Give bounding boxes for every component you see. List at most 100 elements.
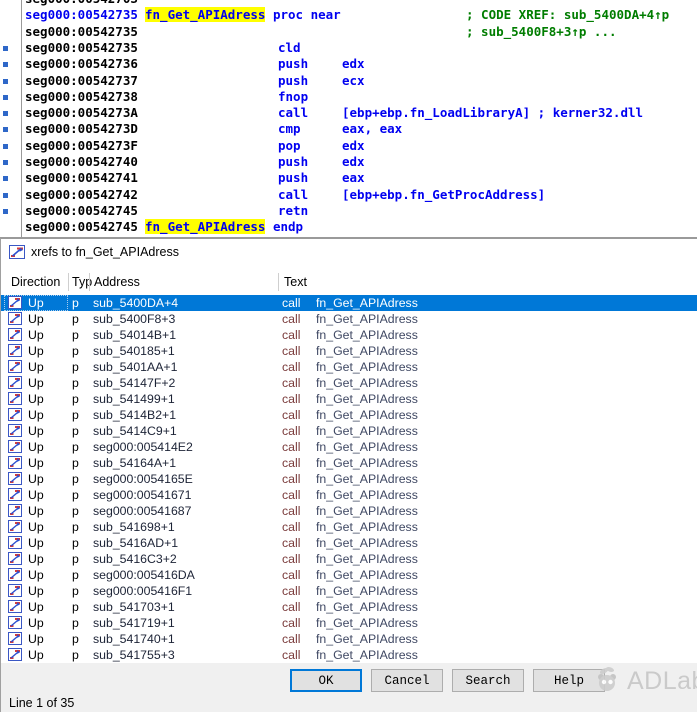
asm-line[interactable]: seg000:00542738 fnop — [0, 89, 697, 105]
xref-row[interactable]: Uppseg000:005416F1callfn_Get_APIAdress — [1, 583, 697, 599]
xref-text-mnemonic: call — [282, 456, 300, 470]
column-header-address[interactable]: Address — [94, 275, 140, 289]
xref-row[interactable]: Uppsub_541499+1callfn_Get_APIAdress — [1, 391, 697, 407]
xref-address: sub_541740+1 — [93, 632, 175, 646]
disassembly-view[interactable]: seg000:00542703seg000:00542735fn_Get_API… — [0, 0, 697, 237]
xref-text-mnemonic: call — [282, 648, 300, 662]
xrefs-dialog-titlebar[interactable]: xrefs to fn_Get_APIAdress — [1, 239, 697, 268]
xref-text-target: fn_Get_APIAdress — [316, 584, 418, 598]
xref-row-icon — [8, 376, 22, 392]
xref-direction: Up — [28, 408, 44, 422]
asm-mnemonic: push — [278, 170, 308, 185]
xref-row[interactable]: Uppseg000:005414E2callfn_Get_APIAdress — [1, 439, 697, 455]
column-divider[interactable] — [68, 273, 69, 291]
xref-row-icon — [8, 312, 22, 328]
xref-address: sub_5400F8+3 — [93, 312, 175, 326]
asm-line[interactable]: seg000:0054273Fpopedx — [0, 138, 697, 154]
instruction-dot-icon — [3, 79, 8, 84]
asm-operands: [ebp+ebp.fn_LoadLibraryA] ; kerner32.dll — [342, 105, 643, 120]
xref-type: p — [72, 472, 79, 486]
xref-text-target: fn_Get_APIAdress — [316, 488, 418, 502]
asm-address: seg000:0054273D — [25, 121, 138, 136]
xref-row-icon — [8, 536, 22, 552]
xref-text-target: fn_Get_APIAdress — [316, 536, 418, 550]
xref-row[interactable]: Uppsub_540185+1callfn_Get_APIAdress — [1, 343, 697, 359]
xref-text-target: fn_Get_APIAdress — [316, 472, 418, 486]
xref-text-target: fn_Get_APIAdress — [316, 296, 418, 310]
xref-row-icon — [8, 616, 22, 632]
instruction-dot-icon — [3, 95, 8, 100]
asm-line[interactable]: seg000:00542741pusheax — [0, 170, 697, 186]
xref-row-icon — [8, 552, 22, 568]
xref-type: p — [72, 424, 79, 438]
asm-line[interactable]: seg000:00542745retn — [0, 203, 697, 219]
xref-text-target: fn_Get_APIAdress — [316, 392, 418, 406]
asm-line[interactable]: seg000:00542703 — [0, 0, 697, 7]
dialog-footer: OK Cancel Search Help ADLab — [1, 663, 697, 712]
xref-row[interactable]: Uppsub_5414B2+1callfn_Get_APIAdress — [1, 407, 697, 423]
xref-direction: Up — [28, 456, 44, 470]
asm-line[interactable]: seg000:00542740pushedx — [0, 154, 697, 170]
xref-row[interactable]: Uppseg000:0054165Ecallfn_Get_APIAdress — [1, 471, 697, 487]
cancel-button[interactable]: Cancel — [371, 669, 443, 692]
xref-type: p — [72, 648, 79, 662]
asm-line[interactable]: seg000:00542745fn_Get_APIAdress endp — [0, 219, 697, 235]
xref-text-mnemonic: call — [282, 344, 300, 358]
xref-text-mnemonic: call — [282, 632, 300, 646]
column-header-text[interactable]: Text — [284, 275, 307, 289]
asm-mnemonic: fnop — [278, 89, 308, 104]
xref-row[interactable]: Uppsub_5400F8+3callfn_Get_APIAdress — [1, 311, 697, 327]
asm-line[interactable]: seg000:00542735; sub_5400F8+3↑p ... — [0, 24, 697, 40]
column-header-direction[interactable]: Direction — [11, 275, 60, 289]
xref-row[interactable]: Uppsub_5401AA+1callfn_Get_APIAdress — [1, 359, 697, 375]
column-divider[interactable] — [278, 273, 279, 291]
xref-text-mnemonic: call — [282, 472, 300, 486]
search-button[interactable]: Search — [452, 669, 524, 692]
xref-type: p — [72, 376, 79, 390]
xref-row[interactable]: Uppsub_54164A+1callfn_Get_APIAdress — [1, 455, 697, 471]
asm-address: seg000:00542745 — [25, 219, 138, 234]
asm-line[interactable]: seg000:00542735cld — [0, 40, 697, 56]
xref-direction: Up — [28, 504, 44, 518]
xref-row[interactable]: Uppsub_5416C3+2callfn_Get_APIAdress — [1, 551, 697, 567]
xref-row[interactable]: Uppsub_5414C9+1callfn_Get_APIAdress — [1, 423, 697, 439]
xref-row[interactable]: Uppsub_5400DA+4callfn_Get_APIAdress — [1, 295, 697, 311]
xref-text-mnemonic: call — [282, 520, 300, 534]
xref-row[interactable]: Uppsub_54147F+2callfn_Get_APIAdress — [1, 375, 697, 391]
xref-direction: Up — [28, 632, 44, 646]
instruction-dot-icon — [3, 144, 8, 149]
xref-row[interactable]: Uppsub_54014B+1callfn_Get_APIAdress — [1, 327, 697, 343]
instruction-dot-icon — [3, 193, 8, 198]
xref-row[interactable]: Uppseg000:005416DAcallfn_Get_APIAdress — [1, 567, 697, 583]
xref-text-target: fn_Get_APIAdress — [316, 344, 418, 358]
xref-type: p — [72, 328, 79, 342]
xrefs-rows: Uppsub_5400DA+4callfn_Get_APIAdressUppsu… — [1, 295, 697, 663]
xref-row[interactable]: Uppseg000:00541671callfn_Get_APIAdress — [1, 487, 697, 503]
instruction-dot-icon — [3, 111, 8, 116]
xref-row[interactable]: Uppsub_5416AD+1callfn_Get_APIAdress — [1, 535, 697, 551]
asm-address: seg000:00542738 — [25, 89, 138, 104]
xref-row[interactable]: Uppsub_541703+1callfn_Get_APIAdress — [1, 599, 697, 615]
xref-icon — [9, 245, 25, 265]
asm-line[interactable]: seg000:0054273Dcmpeax, eax — [0, 121, 697, 137]
xref-row[interactable]: Uppseg000:00541687callfn_Get_APIAdress — [1, 503, 697, 519]
asm-mnemonic: push — [278, 73, 308, 88]
xref-type: p — [72, 536, 79, 550]
xref-row-icon — [8, 408, 22, 424]
xref-type: p — [72, 616, 79, 630]
asm-line[interactable]: seg000:0054273Acall[ebp+ebp.fn_LoadLibra… — [0, 105, 697, 121]
asm-line[interactable]: seg000:00542737pushecx — [0, 73, 697, 89]
xref-address: sub_5401AA+1 — [93, 360, 177, 374]
ok-button[interactable]: OK — [290, 669, 362, 692]
asm-line[interactable]: seg000:00542735fn_Get_APIAdress proc nea… — [0, 7, 697, 23]
xref-row[interactable]: Uppsub_541698+1callfn_Get_APIAdress — [1, 519, 697, 535]
asm-line[interactable]: seg000:00542736pushedx — [0, 56, 697, 72]
xref-row[interactable]: Uppsub_541755+3callfn_Get_APIAdress — [1, 647, 697, 663]
asm-mnemonic: push — [278, 56, 308, 71]
xref-row[interactable]: Uppsub_541719+1callfn_Get_APIAdress — [1, 615, 697, 631]
adlab-text: ADLab — [627, 667, 697, 696]
xref-row[interactable]: Uppsub_541740+1callfn_Get_APIAdress — [1, 631, 697, 647]
asm-line[interactable]: seg000:00542742call[ebp+ebp.fn_GetProcAd… — [0, 187, 697, 203]
column-divider[interactable] — [89, 273, 90, 291]
xref-type: p — [72, 520, 79, 534]
